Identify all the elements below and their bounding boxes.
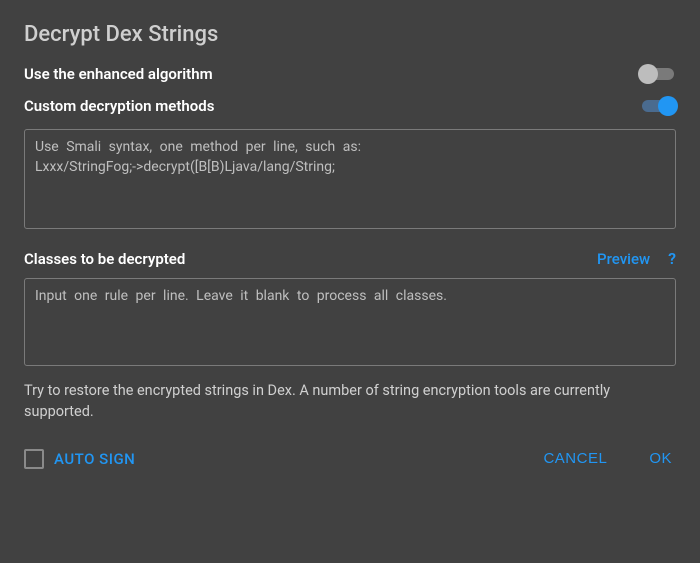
ok-button[interactable]: OK — [645, 444, 676, 473]
classes-input[interactable] — [24, 278, 676, 366]
dialog-title: Decrypt Dex Strings — [24, 22, 676, 47]
custom-methods-input[interactable] — [24, 129, 676, 229]
enhanced-algorithm-label: Use the enhanced algorithm — [24, 65, 213, 83]
classes-section-label: Classes to be decrypted — [24, 250, 185, 268]
custom-methods-row: Custom decryption methods — [24, 97, 676, 115]
custom-methods-toggle[interactable] — [640, 98, 676, 114]
preview-link[interactable]: Preview — [597, 250, 650, 268]
dialog-footer: AUTO SIGN CANCEL OK — [24, 444, 676, 473]
enhanced-algorithm-row: Use the enhanced algorithm — [24, 65, 676, 83]
cancel-button[interactable]: CANCEL — [539, 444, 611, 473]
enhanced-algorithm-toggle[interactable] — [640, 66, 676, 82]
custom-methods-label: Custom decryption methods — [24, 97, 214, 115]
dialog-description: Try to restore the encrypted strings in … — [24, 380, 676, 422]
auto-sign-label: AUTO SIGN — [54, 450, 135, 468]
auto-sign-option[interactable]: AUTO SIGN — [24, 449, 135, 469]
auto-sign-checkbox[interactable] — [24, 449, 44, 469]
help-icon[interactable]: ? — [668, 249, 676, 268]
classes-section-header: Classes to be decrypted Preview ? — [24, 249, 676, 268]
